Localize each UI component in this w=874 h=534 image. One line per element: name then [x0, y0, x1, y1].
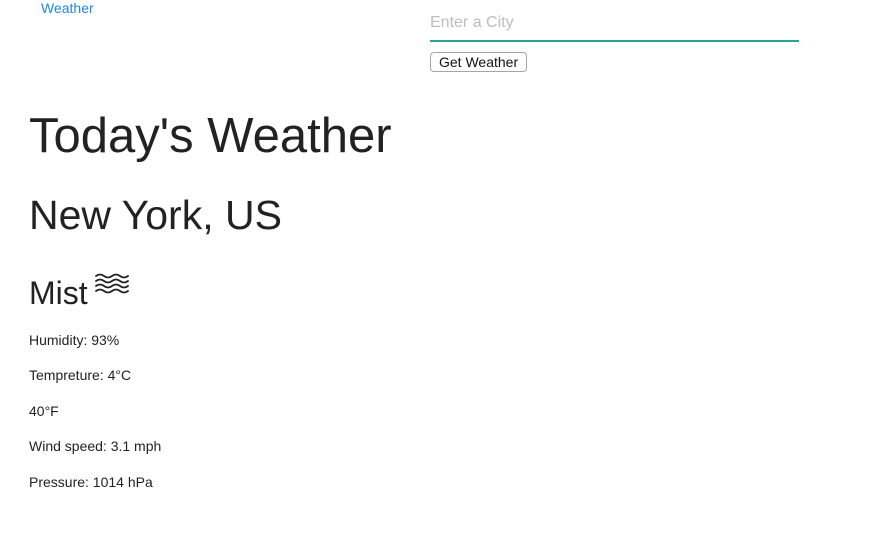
page-title: Today's Weather — [29, 109, 392, 163]
city-search-input[interactable] — [430, 6, 799, 42]
mist-icon — [94, 273, 129, 294]
location-heading: New York, US — [29, 192, 282, 238]
pressure-text: Pressure: 1014 hPa — [29, 474, 153, 490]
temperature-fahrenheit-text: 40°F — [29, 403, 59, 419]
wind-speed-text: Wind speed: 3.1 mph — [29, 438, 162, 454]
weather-page: Weather Get Weather Today's Weather New … — [0, 0, 874, 534]
weather-condition: Mist — [29, 275, 88, 311]
humidity-text: Humidity: 93% — [29, 332, 120, 348]
get-weather-button[interactable]: Get Weather — [430, 52, 528, 72]
condition-row: Mist — [29, 268, 130, 318]
temperature-celsius-text: Tempreture: 4°C — [29, 367, 132, 383]
nav-weather-link[interactable]: Weather — [41, 0, 94, 16]
